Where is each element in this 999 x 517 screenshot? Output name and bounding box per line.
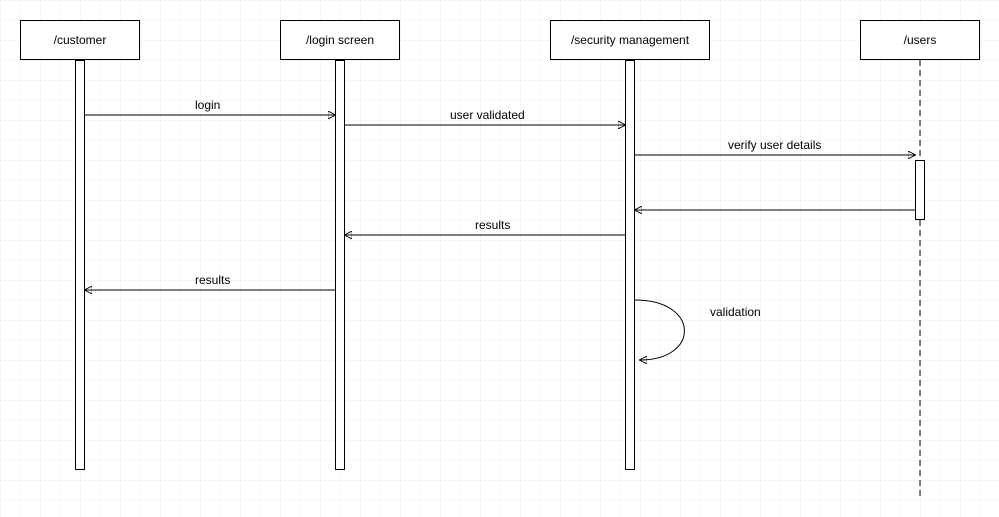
diagram-svg — [0, 0, 999, 517]
self-message-validation — [635, 300, 684, 360]
